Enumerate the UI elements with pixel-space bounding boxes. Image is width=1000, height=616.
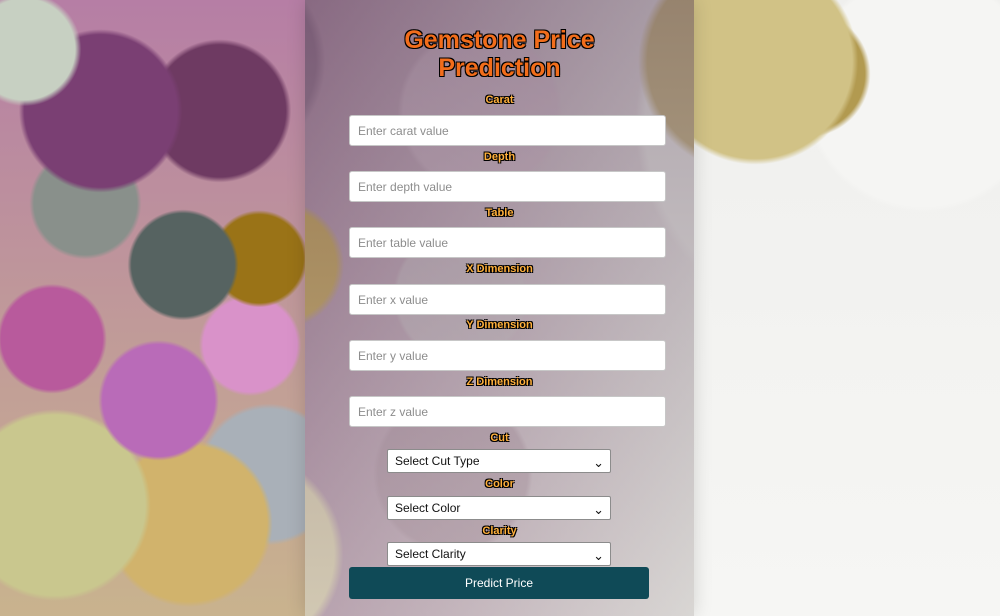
carat-input[interactable] bbox=[349, 115, 666, 146]
clarity-label: Clarity bbox=[482, 525, 517, 537]
clarity-select[interactable]: Select Clarity ⌄ bbox=[387, 542, 611, 566]
prediction-form-panel: Gemstone Price Prediction Carat Depth Ta… bbox=[305, 0, 694, 616]
gemstone-background-left bbox=[0, 0, 305, 616]
x-dimension-input[interactable] bbox=[349, 284, 666, 315]
x-dimension-label: X Dimension bbox=[466, 263, 533, 275]
clarity-select-value: Select Clarity bbox=[395, 547, 466, 561]
chevron-down-icon: ⌄ bbox=[593, 455, 604, 470]
depth-input[interactable] bbox=[349, 171, 666, 202]
table-label: Table bbox=[485, 207, 514, 219]
cut-select-value: Select Cut Type bbox=[395, 454, 480, 468]
color-select[interactable]: Select Color ⌄ bbox=[387, 496, 611, 520]
color-label: Color bbox=[485, 478, 514, 490]
z-dimension-input[interactable] bbox=[349, 396, 666, 427]
z-dimension-label: Z Dimension bbox=[466, 376, 533, 388]
carat-label: Carat bbox=[485, 94, 514, 106]
y-dimension-input[interactable] bbox=[349, 340, 666, 371]
cut-label: Cut bbox=[490, 432, 509, 444]
chevron-down-icon: ⌄ bbox=[593, 548, 604, 563]
chevron-down-icon: ⌄ bbox=[593, 502, 604, 517]
depth-label: Depth bbox=[483, 151, 516, 163]
page-title: Gemstone Price Prediction bbox=[404, 26, 595, 82]
table-input[interactable] bbox=[349, 227, 666, 258]
color-select-value: Select Color bbox=[395, 501, 461, 515]
y-dimension-label: Y Dimension bbox=[466, 319, 533, 331]
cut-select[interactable]: Select Cut Type ⌄ bbox=[387, 449, 611, 473]
gemstone-background-right bbox=[694, 0, 1000, 616]
predict-price-button[interactable]: Predict Price bbox=[349, 567, 649, 599]
